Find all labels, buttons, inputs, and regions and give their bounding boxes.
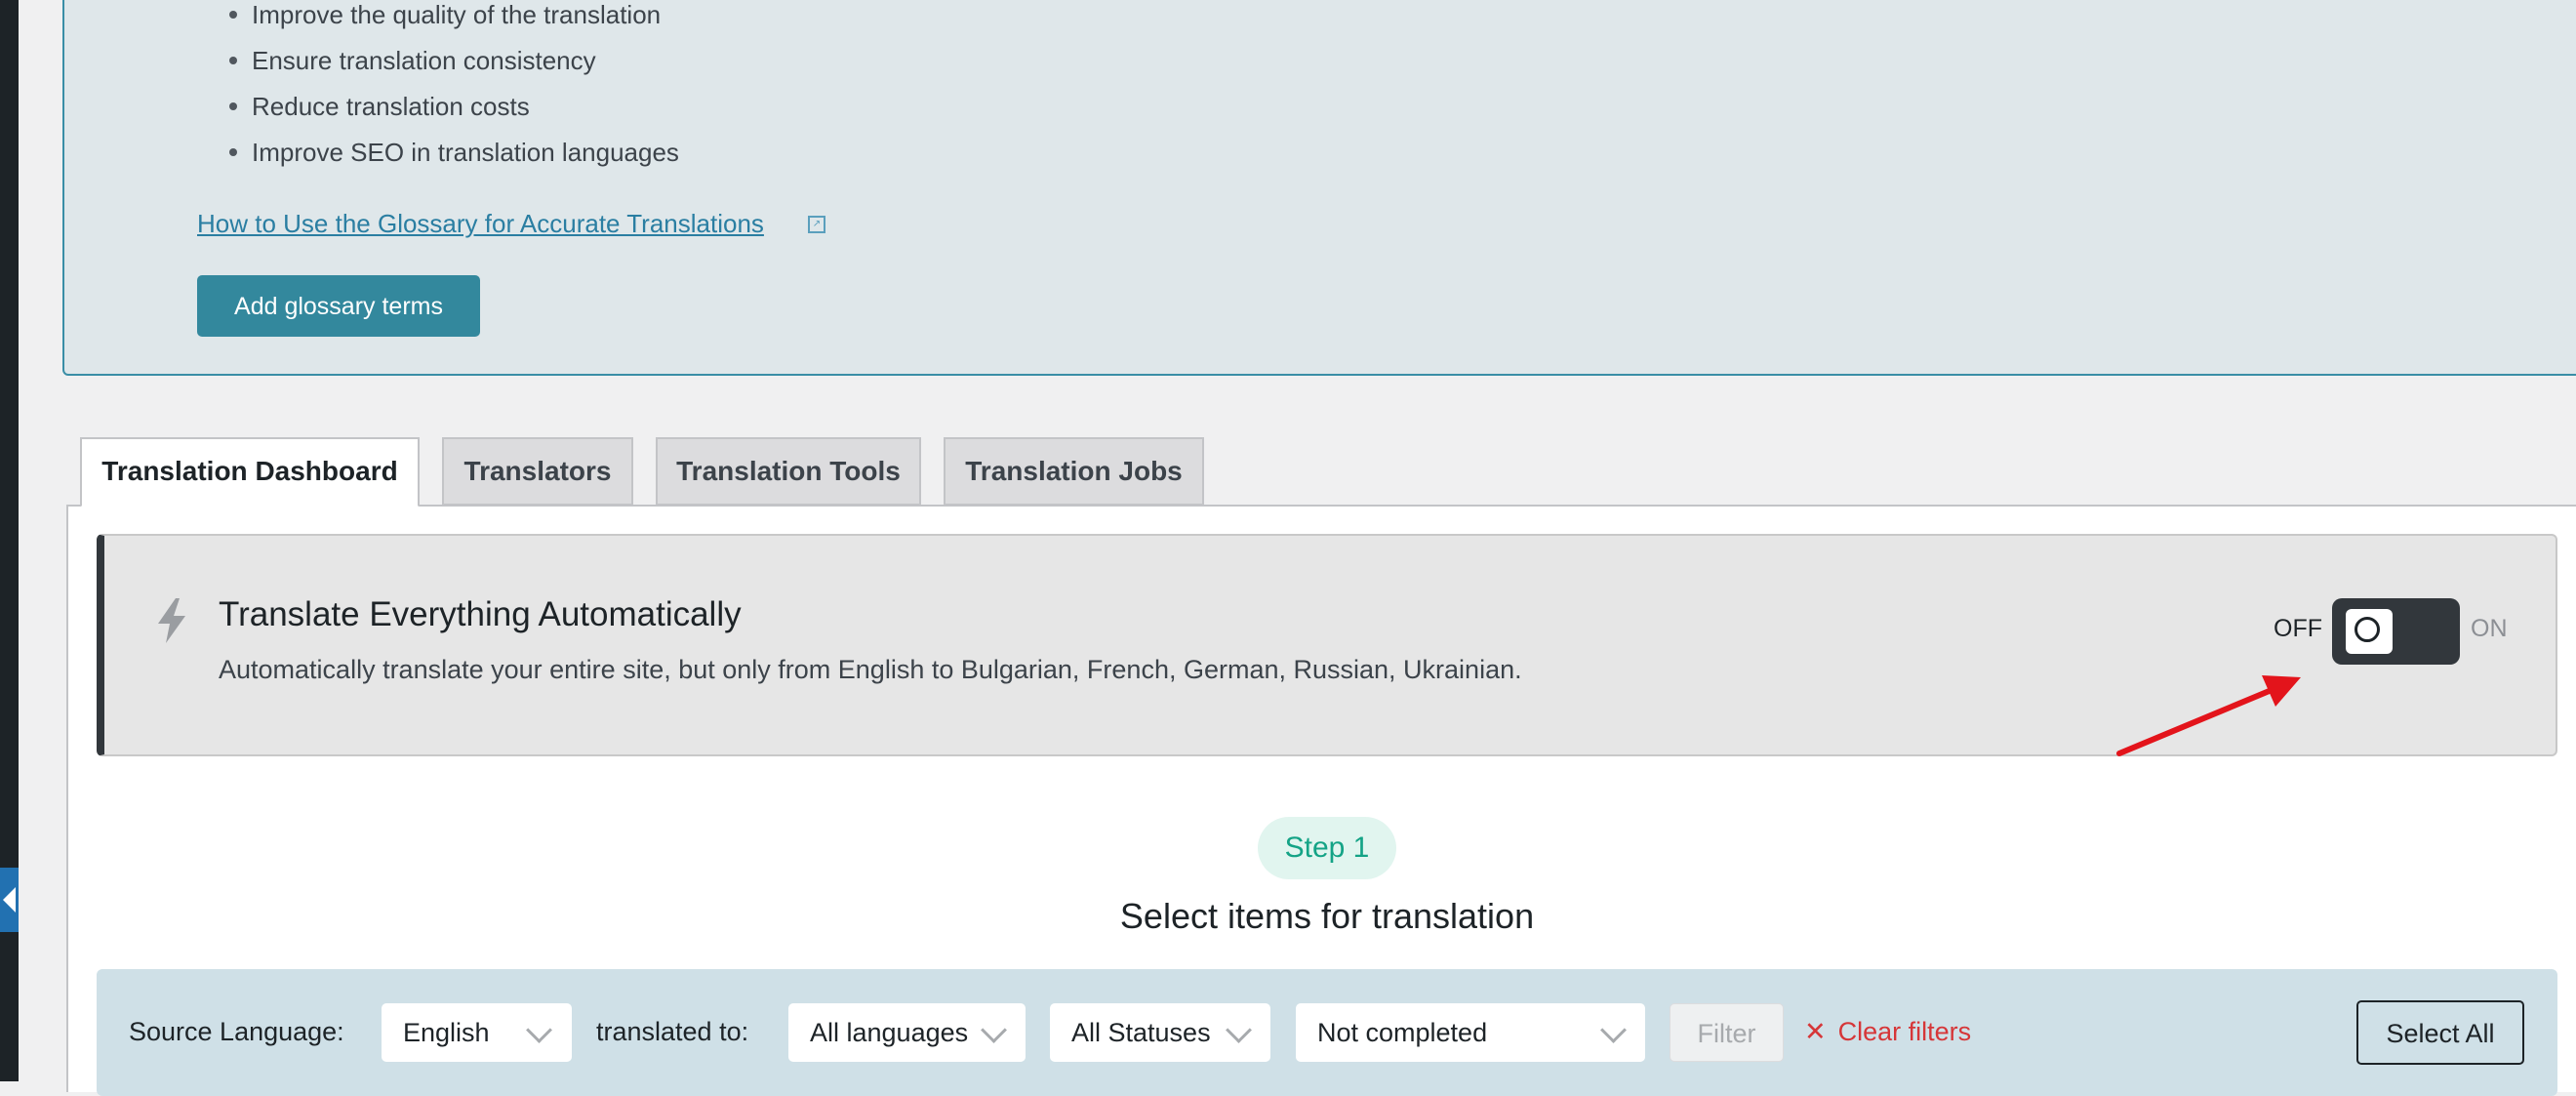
step-badge: Step 1 xyxy=(1258,817,1396,879)
step-title: Select items for translation xyxy=(1119,896,1535,936)
completion-value: Not completed xyxy=(1317,1018,1488,1047)
toggle-on-label: ON xyxy=(2471,615,2508,642)
close-icon: ✕ xyxy=(1804,1017,1827,1046)
glossary-help-link[interactable]: How to Use the Glossary for Accurate Tra… xyxy=(197,209,764,239)
source-language-label: Source Language: xyxy=(129,1017,344,1046)
translate-everything-description: Automatically translate your entire site… xyxy=(219,655,1522,684)
add-glossary-terms-button[interactable]: Add glossary terms xyxy=(197,275,480,337)
clear-filters-link[interactable]: ✕ Clear filters xyxy=(1804,1017,1971,1047)
completion-select[interactable]: Not completed xyxy=(1296,1003,1645,1062)
toggle-knob xyxy=(2346,609,2393,654)
source-language-select[interactable]: English xyxy=(382,1003,572,1062)
list-item: Improve the quality of the translation xyxy=(226,0,679,46)
select-all-button[interactable]: Select All xyxy=(2356,1000,2524,1065)
chevron-down-icon xyxy=(1226,1017,1252,1043)
glossary-benefits-list: Improve the quality of the translation E… xyxy=(226,0,679,183)
filter-button[interactable]: Filter xyxy=(1670,1003,1784,1062)
annotation-arrow-icon xyxy=(2116,675,2301,756)
tab-translation-jobs[interactable]: Translation Jobs xyxy=(944,437,1204,506)
tab-translators[interactable]: Translators xyxy=(442,437,633,506)
toggle-off-label: OFF xyxy=(2274,615,2322,642)
list-item: Ensure translation consistency xyxy=(226,46,679,92)
clear-filters-label: Clear filters xyxy=(1837,1017,1972,1046)
target-language-select[interactable]: All languages xyxy=(788,1003,1026,1062)
status-value: All Statuses xyxy=(1071,1018,1211,1047)
source-language-value: English xyxy=(403,1018,490,1047)
list-item: Reduce translation costs xyxy=(226,92,679,138)
lightning-bolt-icon xyxy=(158,598,185,643)
target-language-value: All languages xyxy=(810,1018,969,1047)
chevron-down-icon xyxy=(1600,1017,1627,1043)
translate-everything-toggle[interactable] xyxy=(2332,598,2460,665)
chevron-down-icon xyxy=(981,1017,1007,1043)
external-link-icon[interactable]: ↗ xyxy=(808,216,825,233)
translate-everything-title: Translate Everything Automatically xyxy=(219,595,742,633)
translated-to-label: translated to: xyxy=(596,1017,749,1046)
status-select[interactable]: All Statuses xyxy=(1050,1003,1270,1062)
tab-translation-tools[interactable]: Translation Tools xyxy=(656,437,921,506)
list-item: Improve SEO in translation languages xyxy=(226,138,679,183)
chevron-down-icon xyxy=(526,1017,552,1043)
tab-translation-dashboard[interactable]: Translation Dashboard xyxy=(80,437,420,507)
